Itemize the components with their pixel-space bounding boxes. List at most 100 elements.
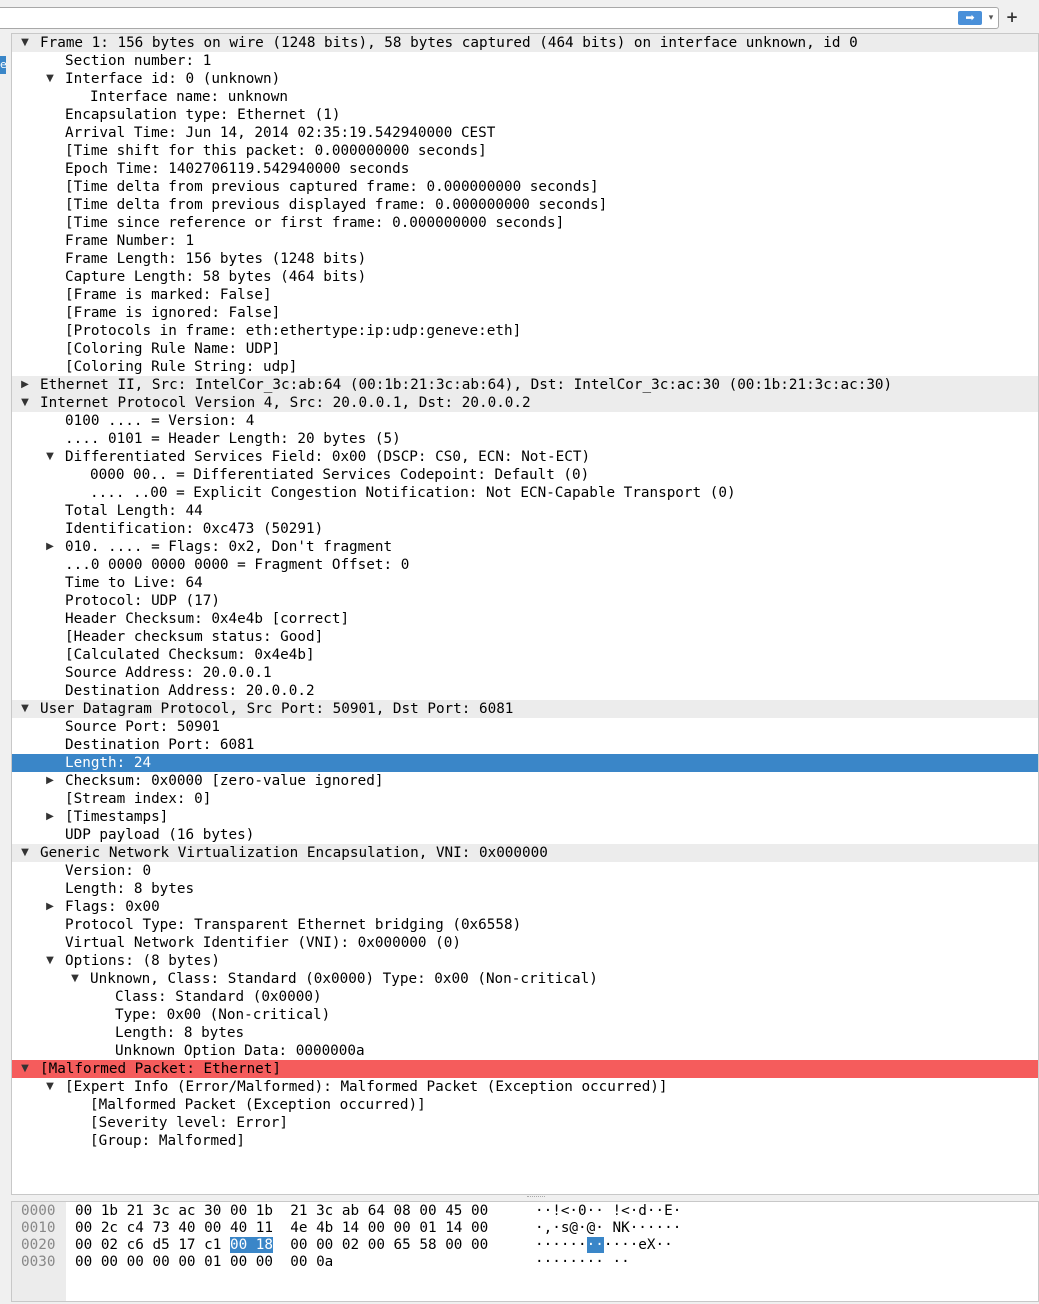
tree-row[interactable]: Identification: 0xc473 (50291) bbox=[12, 520, 1038, 538]
packet-bytes-pane[interactable]: 0000 00 1b 21 3c ac 30 00 1b 21 3c ab 64 … bbox=[11, 1201, 1039, 1302]
hex-byte[interactable]: 00 bbox=[75, 1220, 92, 1236]
hex-ascii-segment[interactable]: NK······ bbox=[612, 1220, 681, 1236]
tree-row[interactable]: Section number: 1 bbox=[12, 52, 1038, 70]
hex-byte[interactable]: 18 bbox=[255, 1237, 274, 1253]
tree-row[interactable]: [Stream index: 0] bbox=[12, 790, 1038, 808]
hex-ascii-segment[interactable]: ····eX·· bbox=[604, 1237, 673, 1253]
hex-byte[interactable]: 4b bbox=[316, 1220, 333, 1236]
tree-row[interactable]: ...0 0000 0000 0000 = Fragment Offset: 0 bbox=[12, 556, 1038, 574]
hex-ascii-segment[interactable]: ········ bbox=[535, 1254, 604, 1270]
hex-byte[interactable]: 00 bbox=[152, 1254, 169, 1270]
tree-row[interactable]: Length: 8 bytes bbox=[12, 880, 1038, 898]
hex-byte[interactable]: 65 bbox=[394, 1237, 411, 1253]
tree-row[interactable]: [Time since reference or first frame: 0.… bbox=[12, 214, 1038, 232]
tree-row[interactable]: [Group: Malformed] bbox=[12, 1132, 1038, 1150]
hex-byte[interactable]: 01 bbox=[204, 1254, 221, 1270]
tree-row[interactable]: .... 0101 = Header Length: 20 bytes (5) bbox=[12, 430, 1038, 448]
hex-ascii-segment[interactable]: ··!<·0·· bbox=[535, 1203, 604, 1219]
filter-history-dropdown[interactable]: ▾ bbox=[985, 12, 997, 24]
hex-byte[interactable]: ab bbox=[342, 1203, 359, 1219]
collapsed-arrow-icon[interactable]: ▶ bbox=[43, 538, 57, 556]
hex-byte[interactable]: 17 bbox=[178, 1237, 195, 1253]
hex-byte[interactable]: 73 bbox=[152, 1220, 169, 1236]
hex-byte[interactable]: 00 bbox=[419, 1203, 436, 1219]
tree-row[interactable]: ▶ Flags: 0x00 bbox=[12, 898, 1038, 916]
hex-byte[interactable]: 00 bbox=[75, 1203, 92, 1219]
left-side-tab[interactable]: e bbox=[0, 56, 6, 74]
tree-row[interactable]: ▼ Unknown, Class: Standard (0x0000) Type:… bbox=[12, 970, 1038, 988]
expanded-arrow-icon[interactable]: ▼ bbox=[43, 448, 57, 466]
hex-byte[interactable]: 30 bbox=[204, 1203, 221, 1219]
expanded-arrow-icon[interactable]: ▼ bbox=[43, 70, 57, 88]
hex-byte[interactable]: c6 bbox=[127, 1237, 144, 1253]
tree-row[interactable]: ▼ Frame 1: 156 bytes on wire (1248 bits),… bbox=[12, 34, 1038, 52]
tree-row[interactable]: ▼ Internet Protocol Version 4, Src: 20.0.… bbox=[12, 394, 1038, 412]
hex-byte[interactable]: 64 bbox=[368, 1203, 385, 1219]
tree-row[interactable]: ▶ Ethernet II, Src: IntelCor_3c:ab:64 (00… bbox=[12, 376, 1038, 394]
hex-byte[interactable]: 00 bbox=[290, 1237, 307, 1253]
expanded-arrow-icon[interactable]: ▼ bbox=[18, 1060, 32, 1078]
apply-filter-button[interactable]: ➡ bbox=[958, 11, 982, 25]
hex-byte[interactable]: c4 bbox=[127, 1220, 144, 1236]
tree-row[interactable]: [Malformed Packet (Exception occurred)] bbox=[12, 1096, 1038, 1114]
tree-row[interactable]: ▼ [Expert Info (Error/Malformed): Malform… bbox=[12, 1078, 1038, 1096]
tree-row[interactable]: [Frame is ignored: False] bbox=[12, 304, 1038, 322]
add-filter-button[interactable]: + bbox=[1004, 8, 1020, 26]
hex-byte[interactable]: 00 bbox=[368, 1237, 385, 1253]
expanded-arrow-icon[interactable]: ▼ bbox=[18, 34, 32, 52]
hex-byte[interactable]: 1b bbox=[256, 1203, 273, 1219]
hex-byte[interactable]: 40 bbox=[178, 1220, 195, 1236]
hex-byte[interactable]: 11 bbox=[256, 1220, 273, 1236]
hex-byte[interactable]: 00 bbox=[101, 1254, 118, 1270]
hex-byte[interactable]: 00 bbox=[316, 1237, 333, 1253]
tree-row[interactable]: Length: 24 bbox=[12, 754, 1038, 772]
hex-byte[interactable]: 00 bbox=[471, 1220, 488, 1236]
tree-row[interactable]: UDP payload (16 bytes) bbox=[12, 826, 1038, 844]
hex-byte[interactable]: 3c bbox=[152, 1203, 169, 1219]
hex-byte[interactable]: 3c bbox=[316, 1203, 333, 1219]
tree-row[interactable]: ▼ Differentiated Services Field: 0x00 (DS… bbox=[12, 448, 1038, 466]
tree-row[interactable]: [Severity level: Error] bbox=[12, 1114, 1038, 1132]
tree-row[interactable]: Epoch Time: 1402706119.542940000 seconds bbox=[12, 160, 1038, 178]
tree-row[interactable]: ▶ Checksum: 0x0000 [zero-value ignored] bbox=[12, 772, 1038, 790]
tree-row[interactable]: Unknown Option Data: 0000000a bbox=[12, 1042, 1038, 1060]
tree-row[interactable]: Destination Address: 20.0.0.2 bbox=[12, 682, 1038, 700]
tree-row[interactable]: Source Port: 50901 bbox=[12, 718, 1038, 736]
hex-byte[interactable]: 00 bbox=[75, 1237, 92, 1253]
tree-row[interactable]: ▼ Interface id: 0 (unknown) bbox=[12, 70, 1038, 88]
tree-row[interactable]: Length: 8 bytes bbox=[12, 1024, 1038, 1042]
expanded-arrow-icon[interactable]: ▼ bbox=[18, 394, 32, 412]
tree-row[interactable]: [Time shift for this packet: 0.000000000… bbox=[12, 142, 1038, 160]
hex-byte[interactable]: 00 bbox=[471, 1237, 488, 1253]
tree-row[interactable]: 0000 00.. = Differentiated Services Code… bbox=[12, 466, 1038, 484]
hex-byte[interactable]: c1 bbox=[204, 1237, 221, 1253]
hex-byte[interactable]: 2c bbox=[101, 1220, 118, 1236]
tree-row[interactable]: Header Checksum: 0x4e4b [correct] bbox=[12, 610, 1038, 628]
tree-row[interactable]: Frame Number: 1 bbox=[12, 232, 1038, 250]
tree-row[interactable]: [Frame is marked: False] bbox=[12, 286, 1038, 304]
hex-byte[interactable]: 02 bbox=[342, 1237, 359, 1253]
expanded-arrow-icon[interactable]: ▼ bbox=[18, 700, 32, 718]
hex-byte[interactable]: 00 bbox=[178, 1254, 195, 1270]
tree-row[interactable]: ▶ 010. .... = Flags: 0x2, Don't fragment bbox=[12, 538, 1038, 556]
tree-row[interactable]: ▼ User Datagram Protocol, Src Port: 50901… bbox=[12, 700, 1038, 718]
tree-row[interactable]: [Header checksum status: Good] bbox=[12, 628, 1038, 646]
hex-byte[interactable]: 14 bbox=[445, 1220, 462, 1236]
expanded-arrow-icon[interactable]: ▼ bbox=[43, 1078, 57, 1096]
hex-byte[interactable]: 00 bbox=[256, 1254, 273, 1270]
hex-byte[interactable]: 00 bbox=[230, 1254, 247, 1270]
tree-row[interactable]: Version: 0 bbox=[12, 862, 1038, 880]
hex-byte[interactable]: 00 bbox=[471, 1203, 488, 1219]
hex-byte[interactable]: 00 bbox=[204, 1220, 221, 1236]
tree-row[interactable]: ▼ Options: (8 bytes) bbox=[12, 952, 1038, 970]
tree-row[interactable]: [Time delta from previous captured frame… bbox=[12, 178, 1038, 196]
hex-byte[interactable]: 00 bbox=[229, 1237, 248, 1253]
hex-byte[interactable]: 01 bbox=[419, 1220, 436, 1236]
hex-byte[interactable]: 02 bbox=[101, 1237, 118, 1253]
hex-byte[interactable]: 00 bbox=[290, 1254, 307, 1270]
tree-row[interactable]: Capture Length: 58 bytes (464 bits) bbox=[12, 268, 1038, 286]
tree-row[interactable]: .... ..00 = Explicit Congestion Notifica… bbox=[12, 484, 1038, 502]
tree-row[interactable]: Virtual Network Identifier (VNI): 0x0000… bbox=[12, 934, 1038, 952]
tree-row[interactable]: [Calculated Checksum: 0x4e4b] bbox=[12, 646, 1038, 664]
hex-byte[interactable]: 08 bbox=[394, 1203, 411, 1219]
